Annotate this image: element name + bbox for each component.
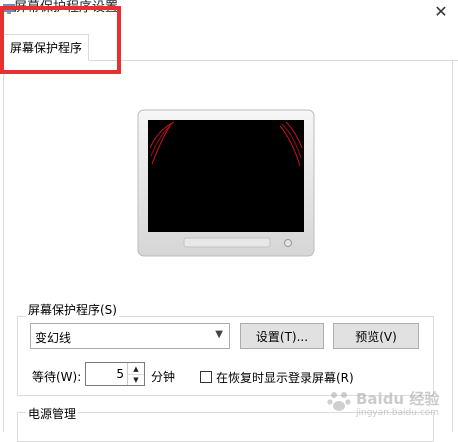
resume-logon-checkbox[interactable] bbox=[200, 371, 212, 383]
window-title: 屏幕保护程序设置 bbox=[14, 0, 119, 15]
watermark: Baidu 经验 jingyan.baidu.com bbox=[326, 382, 444, 426]
watermark-url: jingyan.baidu.com bbox=[356, 408, 440, 418]
paw-logo-icon bbox=[327, 392, 351, 411]
settings-button-label: 设置(T)... bbox=[255, 329, 309, 344]
watermark-text: Baidu 经验 bbox=[356, 390, 440, 408]
title-bar: 屏幕保护程序设置 ✕ bbox=[0, 0, 458, 26]
minutes-label: 分钟 bbox=[151, 370, 176, 384]
preview-button[interactable]: 预览(V) bbox=[333, 323, 419, 349]
wait-label: 等待(W): bbox=[32, 370, 82, 384]
tab-label: 屏幕保护程序 bbox=[9, 41, 82, 55]
screensaver-select[interactable]: 变幻线 ▼ bbox=[30, 323, 230, 349]
preview-button-label: 预览(V) bbox=[355, 329, 397, 344]
close-button[interactable]: ✕ bbox=[430, 0, 452, 22]
wait-minutes-value[interactable]: 5 bbox=[116, 367, 124, 381]
wait-minutes-stepper[interactable]: 5 ▲ ▼ bbox=[85, 362, 145, 386]
screensaver-selected-value: 变幻线 bbox=[35, 331, 72, 345]
settings-button[interactable]: 设置(T)... bbox=[240, 323, 324, 349]
tab-screensaver[interactable]: 屏幕保护程序 bbox=[3, 34, 89, 61]
screensaver-group-label: 屏幕保护程序(S) bbox=[26, 301, 119, 318]
monitor-preview-image bbox=[137, 109, 315, 257]
power-management-label: 电源管理 bbox=[26, 405, 79, 422]
chevron-down-icon: ▼ bbox=[215, 329, 223, 340]
stepper-buttons: ▲ ▼ bbox=[127, 363, 144, 385]
close-icon: ✕ bbox=[434, 1, 448, 21]
stepper-down-icon[interactable]: ▼ bbox=[128, 374, 144, 385]
